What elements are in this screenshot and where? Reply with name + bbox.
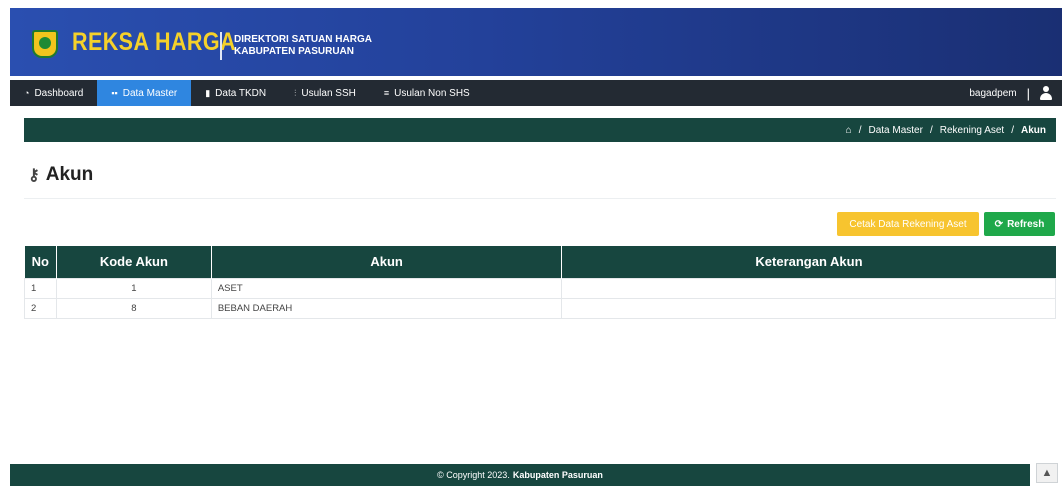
column-header-no[interactable]: No — [24, 246, 57, 278]
table-header-row: No Kode Akun Akun Keterangan Akun — [24, 246, 1056, 278]
title-divider-line — [24, 198, 1056, 199]
cell-keterangan — [561, 297, 1056, 319]
app-subtitle: DIREKTORI SATUAN HARGA KABUPATEN PASURUA… — [234, 34, 372, 58]
nav-item-usulan-ssh[interactable]: ⫶ Usulan SSH — [280, 80, 370, 106]
cell-kode-akun: 8 — [55, 297, 212, 319]
column-header-keterangan[interactable]: Keterangan Akun — [561, 246, 1056, 278]
cell-akun: ASET — [210, 277, 563, 299]
cell-akun: BEBAN DAERAH — [210, 297, 563, 319]
print-rekening-button[interactable]: Cetak Data Rekening Aset — [837, 212, 979, 236]
main-navbar: ◔ Dashboard ▪▪ Data Master ▮ Data TKDN ⫶… — [10, 80, 1062, 106]
table-row[interactable]: 2 8 BEBAN DAERAH — [24, 297, 1056, 319]
nav-item-data-master[interactable]: ▪▪ Data Master — [97, 80, 192, 106]
copyright-text: © Copyright 2023. — [437, 470, 510, 480]
arrow-up-icon: ▲ — [1041, 467, 1053, 479]
home-icon[interactable]: ⌂ — [846, 125, 852, 136]
gauge-icon: ◔ — [24, 88, 30, 98]
refresh-button[interactable]: ⟳ Refresh — [984, 212, 1055, 236]
breadcrumb-separator: / — [1011, 124, 1014, 136]
subtitle-line-2: KABUPATEN PASURUAN — [234, 46, 354, 57]
cell-keterangan — [561, 277, 1056, 299]
server-icon: ≡ — [383, 88, 390, 98]
column-header-kode-akun[interactable]: Kode Akun — [56, 246, 212, 278]
scroll-to-top-button[interactable]: ▲ — [1036, 463, 1058, 483]
page-title: ⚷ Akun — [28, 164, 93, 186]
breadcrumb-item-current: Akun — [1021, 124, 1046, 136]
header-banner: REKSA HARGA DIREKTORI SATUAN HARGA KABUP… — [10, 8, 1062, 76]
print-button-label: Cetak Data Rekening Aset — [849, 218, 967, 230]
nav-label: Dashboard — [34, 87, 84, 99]
refresh-button-label: Refresh — [1007, 218, 1045, 230]
column-header-akun[interactable]: Akun — [211, 246, 563, 278]
title-divider — [220, 32, 222, 60]
user-icon[interactable] — [1040, 86, 1052, 100]
user-menu[interactable]: bagadpem | — [969, 80, 1062, 106]
nav-label: Usulan Non SHS — [394, 87, 470, 99]
nav-item-data-tkdn[interactable]: ▮ Data TKDN — [191, 80, 280, 106]
page-title-text: Akun — [45, 164, 94, 185]
key-icon: ⚷ — [28, 167, 40, 184]
book-icon: ▮ — [205, 87, 211, 98]
user-divider: | — [1026, 85, 1030, 101]
sitemap-icon: ⫶ — [294, 87, 297, 98]
table-row[interactable]: 1 1 ASET — [24, 277, 1056, 299]
grid-icon: ▪▪ — [111, 88, 118, 98]
page-footer: © Copyright 2023. Kabupaten Pasuruan — [10, 464, 1030, 486]
nav-item-usulan-non-shs[interactable]: ≡ Usulan Non SHS — [370, 80, 484, 106]
cell-no: 1 — [24, 277, 57, 299]
cell-no: 2 — [24, 297, 57, 319]
subtitle-line-1: DIREKTORI SATUAN HARGA — [234, 34, 372, 45]
cell-kode-akun: 1 — [55, 277, 212, 299]
breadcrumb-item-rekening-aset[interactable]: Rekening Aset — [940, 125, 1005, 136]
nav-label: Data TKDN — [215, 87, 267, 99]
copyright-owner: Kabupaten Pasuruan — [512, 470, 603, 480]
breadcrumb: ⌂ / Data Master / Rekening Aset / Akun — [24, 118, 1056, 142]
username: bagadpem — [969, 87, 1017, 99]
akun-table: No Kode Akun Akun Keterangan Akun 1 1 AS… — [24, 246, 1056, 319]
regency-emblem-logo — [32, 30, 58, 58]
refresh-icon: ⟳ — [994, 218, 1004, 230]
nav-label: Usulan SSH — [301, 87, 356, 99]
breadcrumb-item-data-master[interactable]: Data Master — [868, 125, 922, 136]
breadcrumb-separator: / — [858, 124, 862, 136]
nav-item-dashboard[interactable]: ◔ Dashboard — [10, 80, 97, 106]
breadcrumb-separator: / — [929, 124, 933, 136]
app-title: REKSA HARGA — [72, 28, 237, 56]
nav-label: Data Master — [122, 87, 178, 99]
